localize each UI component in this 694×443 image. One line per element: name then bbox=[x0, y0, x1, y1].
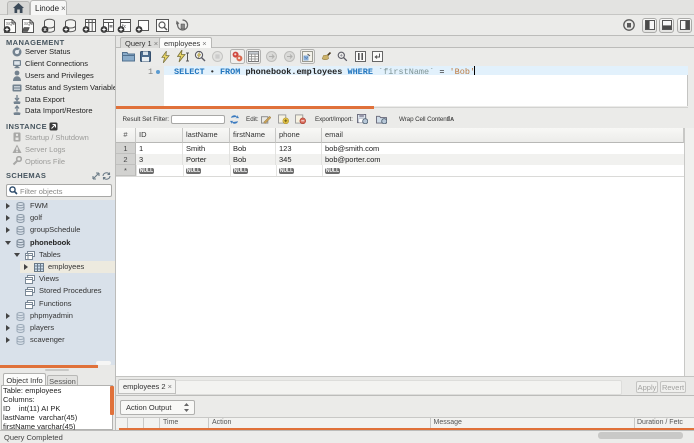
svg-text:SQL: SQL bbox=[24, 21, 34, 26]
svg-text:SQL: SQL bbox=[6, 21, 16, 26]
